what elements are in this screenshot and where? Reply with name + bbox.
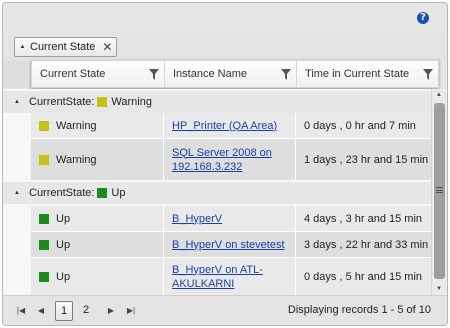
pager: |◀ ◀ 1 2 ▶ ▶| Displaying records 1 - 5 o… <box>3 295 447 325</box>
instance-link[interactable]: B_HyperV <box>172 212 222 226</box>
warning-icon <box>39 120 49 131</box>
state-text: Up <box>56 212 71 225</box>
collapse-icon[interactable]: ▲ <box>14 99 26 105</box>
cell-instance: SQL Server 2008 on 192.168.3.232 <box>164 139 296 180</box>
cell-time: 1 days , 23 hr and 15 min <box>304 153 429 166</box>
table-row[interactable]: Warning SQL Server 2008 on 192.168.3.232… <box>31 139 431 181</box>
help-icon[interactable]: ? <box>417 12 429 24</box>
scroll-up-icon[interactable]: ▲ <box>436 92 442 98</box>
state-text: Up <box>56 270 71 283</box>
first-page-icon[interactable]: |◀ <box>11 306 31 315</box>
instance-link[interactable]: B_HyperV on stevetest <box>172 238 285 252</box>
cell-state: Up <box>31 232 164 257</box>
collapse-icon[interactable]: ▲ <box>14 190 26 196</box>
warning-icon <box>39 154 49 165</box>
sort-ascending-icon[interactable]: ▲ <box>19 44 26 50</box>
group-state: Up <box>111 187 126 199</box>
cell-time: 3 days , 22 hr and 33 min <box>304 238 429 251</box>
cell-time: 4 days , 3 hr and 15 min <box>304 212 423 225</box>
page-button-2[interactable]: 2 <box>77 301 95 321</box>
vertical-scrollbar[interactable]: ▲ ▼ <box>431 89 447 295</box>
last-page-icon[interactable]: ▶| <box>121 306 141 315</box>
state-text: Warning <box>56 119 97 132</box>
group-chip-current-state[interactable]: ▲ Current State ✕ <box>14 37 118 57</box>
up-icon <box>39 271 49 282</box>
toolbar: ? <box>3 3 447 31</box>
grid-panel: ? ▲ Current State ✕ Current State Instan… <box>2 2 448 326</box>
state-text: Up <box>56 238 71 251</box>
cell-time: 0 days , 5 hr and 15 min <box>304 270 423 283</box>
cell-instance: B_HyperV on stevetest <box>164 232 296 257</box>
group-state: Warning <box>111 96 152 108</box>
table-row[interactable]: Up B_HyperV on stevetest 3 days , 22 hr … <box>31 232 431 258</box>
header-spacer <box>3 61 31 88</box>
filter-icon[interactable] <box>149 69 159 80</box>
instance-link[interactable]: SQL Server 2008 on 192.168.3.232 <box>172 146 295 174</box>
group-header-up[interactable]: ▲ CurrentState: Up <box>3 182 431 204</box>
table-row[interactable]: Warning HP_Printer (QA Area) 0 days , 0 … <box>31 113 431 139</box>
cell-state: Up <box>31 258 164 295</box>
instance-link[interactable]: B_HyperV on ATL-AKULKARNI <box>172 263 295 291</box>
column-header-current-state[interactable]: Current State <box>32 61 165 87</box>
filter-icon[interactable] <box>281 69 291 80</box>
table-row[interactable]: Up B_HyperV 4 days , 3 hr and 15 min <box>31 206 431 232</box>
group-by-panel: ▲ Current State ✕ <box>3 31 447 61</box>
group-chip-label: Current State <box>30 41 96 53</box>
up-icon <box>97 188 108 198</box>
state-text: Warning <box>56 153 97 166</box>
table-row[interactable]: Up B_HyperV on ATL-AKULKARNI 0 days , 5 … <box>31 258 431 295</box>
page-button-1[interactable]: 1 <box>55 300 73 321</box>
cell-instance: B_HyperV on ATL-AKULKARNI <box>164 258 296 295</box>
column-header-label: Current State <box>40 68 106 80</box>
filter-icon[interactable] <box>423 69 433 80</box>
scroll-down-icon[interactable]: ▼ <box>436 286 442 292</box>
scroll-thumb[interactable] <box>434 103 445 279</box>
cell-time: 0 days , 0 hr and 7 min <box>304 119 416 132</box>
group-header-warning[interactable]: ▲ CurrentState: Warning <box>3 91 431 113</box>
up-icon <box>39 213 49 224</box>
up-icon <box>39 239 49 250</box>
column-header-label: Time in Current State <box>305 68 410 80</box>
grid-body: ▲ CurrentState: Warning Warning HP_Print… <box>3 89 431 295</box>
group-label: CurrentState: <box>29 187 95 199</box>
prev-page-icon[interactable]: ◀ <box>31 306 51 315</box>
next-page-icon[interactable]: ▶ <box>101 306 121 315</box>
group-label: CurrentState: <box>29 96 95 108</box>
column-header-row: Current State Instance Name Time in Curr… <box>31 60 439 88</box>
cell-instance: B_HyperV <box>164 206 296 231</box>
column-header-time-in-state[interactable]: Time in Current State <box>297 61 438 87</box>
cell-state: Warning <box>31 113 164 138</box>
cell-state: Up <box>31 206 164 231</box>
instance-link[interactable]: HP_Printer (QA Area) <box>172 119 277 133</box>
warning-icon <box>97 97 108 107</box>
cell-instance: HP_Printer (QA Area) <box>164 113 296 138</box>
pager-info: Displaying records 1 - 5 of 10 <box>287 304 431 316</box>
column-header-label: Instance Name <box>173 68 247 80</box>
close-icon[interactable]: ✕ <box>102 41 112 53</box>
column-header-instance-name[interactable]: Instance Name <box>165 61 297 87</box>
grip-icon <box>436 187 443 193</box>
cell-state: Warning <box>31 139 164 180</box>
